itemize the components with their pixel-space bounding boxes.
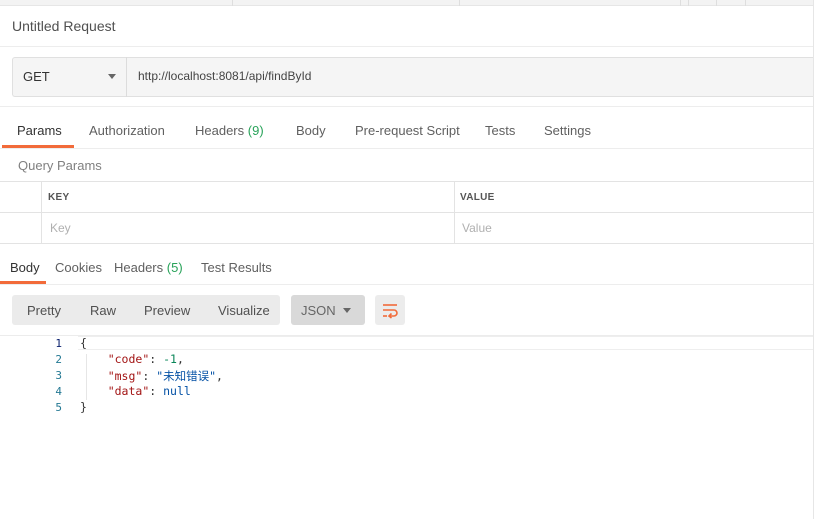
code-line[interactable]: "code": -1,	[80, 352, 184, 366]
top-tab-strip	[0, 0, 814, 6]
view-preview-button[interactable]: Preview	[144, 303, 190, 318]
json-key: "data"	[107, 384, 150, 398]
json-key: "msg"	[107, 369, 143, 383]
response-tab-test-results[interactable]: Test Results	[201, 260, 272, 275]
code-line[interactable]: }	[80, 400, 87, 414]
divider	[0, 284, 814, 285]
tab-tests[interactable]: Tests	[485, 123, 515, 138]
current-line-highlight	[78, 336, 814, 350]
response-tab-body[interactable]: Body	[10, 260, 40, 275]
divider	[0, 148, 814, 149]
line-number: 2	[55, 353, 62, 366]
chevron-down-icon	[108, 74, 116, 79]
table-border	[0, 181, 814, 182]
param-key-input[interactable]: Key	[50, 221, 71, 235]
wrap-lines-button[interactable]	[375, 295, 405, 325]
code-line[interactable]: "msg": "未知错误",	[80, 368, 223, 384]
json-value: -1	[163, 352, 177, 366]
json-value: "未知错误"	[156, 369, 217, 383]
url-input[interactable]: http://localhost:8081/api/findById	[138, 69, 311, 83]
tab-authorization[interactable]: Authorization	[89, 123, 165, 138]
view-raw-button[interactable]: Raw	[90, 303, 116, 318]
tab-headers[interactable]: Headers (9)	[195, 123, 264, 138]
param-value-input[interactable]: Value	[462, 221, 492, 235]
top-tab-divider	[716, 0, 717, 6]
tab-params[interactable]: Params	[17, 123, 62, 138]
line-number: 5	[55, 401, 62, 414]
divider	[0, 46, 814, 47]
tab-settings[interactable]: Settings	[544, 123, 591, 138]
request-title[interactable]: Untitled Request	[12, 18, 116, 34]
response-headers-count: (5)	[166, 260, 183, 275]
wrap-lines-icon	[383, 304, 398, 319]
table-border	[0, 243, 814, 244]
divider	[0, 106, 814, 107]
top-tab-divider	[745, 0, 746, 6]
json-key: "code"	[107, 352, 150, 366]
table-column-divider	[41, 181, 42, 243]
method-label: GET	[23, 69, 50, 84]
top-tab-divider	[680, 0, 681, 6]
line-number: 1	[55, 337, 62, 350]
code-line[interactable]: {	[80, 336, 87, 350]
table-column-divider	[454, 181, 455, 243]
headers-count: (9)	[247, 123, 264, 138]
view-pretty-button[interactable]: Pretty	[27, 303, 61, 318]
tab-body[interactable]: Body	[296, 123, 326, 138]
response-tab-headers[interactable]: Headers (5)	[114, 260, 183, 275]
code-line[interactable]: "data": null	[80, 384, 191, 398]
line-number: 3	[55, 369, 62, 382]
top-tab-divider	[459, 0, 460, 6]
url-bar	[12, 57, 814, 97]
tab-pre-request-script[interactable]: Pre-request Script	[355, 123, 460, 138]
top-tab-divider	[688, 0, 689, 6]
chevron-down-icon	[343, 308, 351, 313]
response-tab-cookies[interactable]: Cookies	[55, 260, 102, 275]
top-tab-divider	[232, 0, 233, 6]
view-visualize-button[interactable]: Visualize	[218, 303, 270, 318]
json-value: null	[163, 384, 191, 398]
column-header-key: KEY	[48, 192, 70, 203]
query-params-title: Query Params	[18, 158, 102, 173]
line-number: 4	[55, 385, 62, 398]
column-header-value: VALUE	[460, 192, 495, 203]
format-label: JSON	[301, 303, 336, 318]
table-border	[0, 212, 814, 213]
